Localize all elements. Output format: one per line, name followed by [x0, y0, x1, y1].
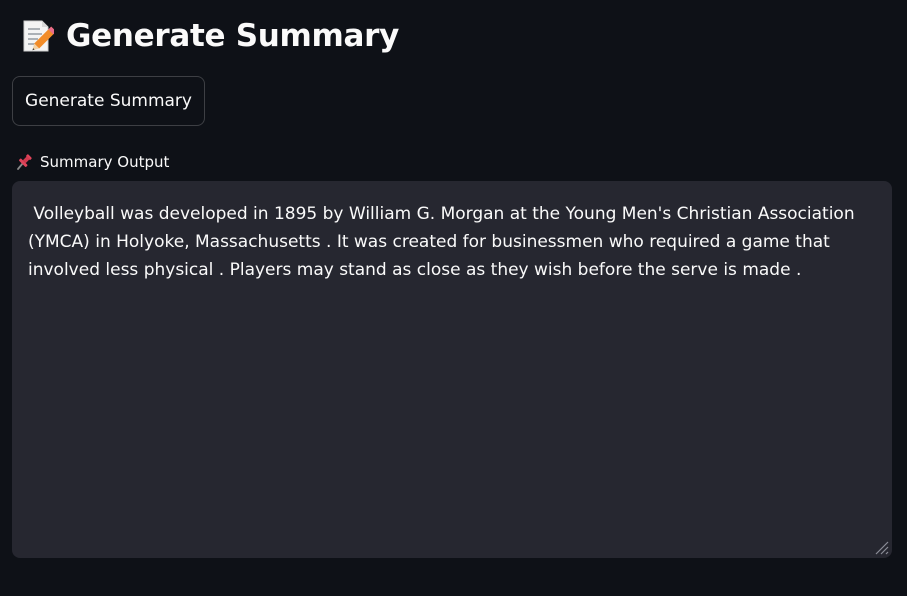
page-title-text: Generate Summary	[66, 18, 400, 54]
memo-pencil-icon	[20, 18, 57, 54]
app-page: Generate Summary Generate Summary Summar…	[0, 0, 907, 596]
summary-output-label: Summary Output	[15, 152, 169, 172]
resize-handle-icon[interactable]	[872, 538, 890, 556]
summary-output-textarea[interactable]: Volleyball was developed in 1895 by Will…	[12, 181, 892, 558]
generate-summary-button[interactable]: Generate Summary	[12, 76, 205, 126]
page-title: Generate Summary	[20, 14, 399, 58]
pushpin-icon	[15, 153, 33, 171]
summary-output-label-text: Summary Output	[40, 153, 170, 171]
